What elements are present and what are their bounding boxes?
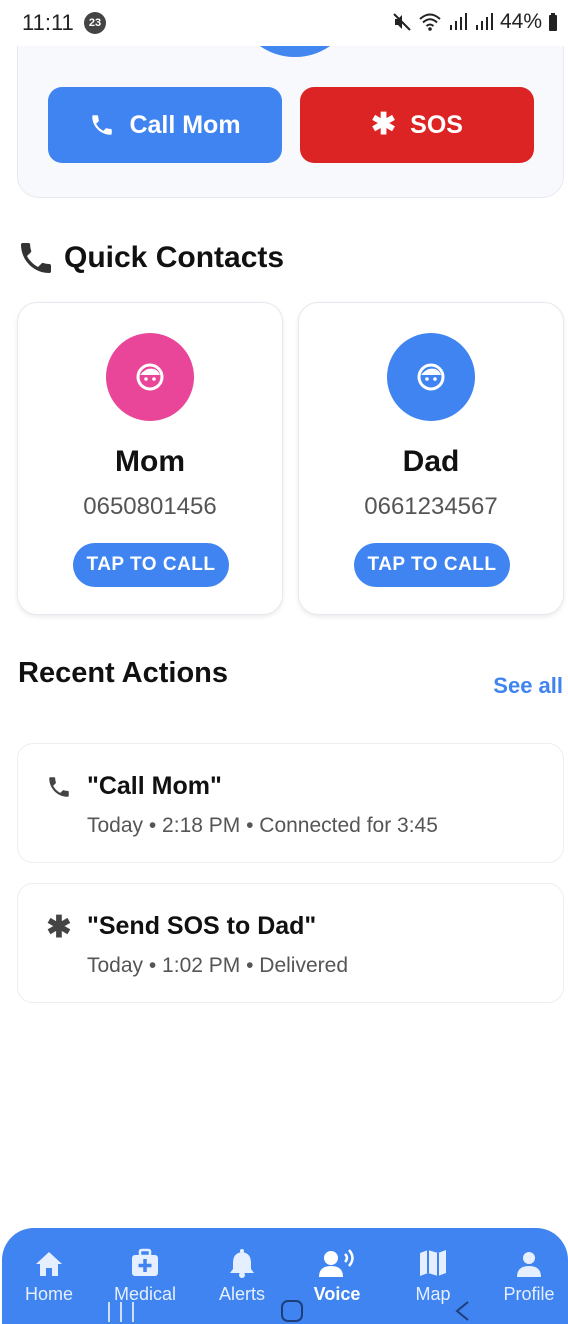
phone-receiver-icon bbox=[21, 243, 51, 273]
call-mom-button[interactable]: Call Mom bbox=[48, 87, 282, 163]
sos-button[interactable]: ✱ SOS bbox=[300, 87, 534, 163]
nav-label: Medical bbox=[113, 1284, 177, 1304]
recent-actions-title: Recent Actions bbox=[18, 657, 229, 689]
battery-level: 44% bbox=[499, 10, 542, 33]
map-icon bbox=[420, 1250, 446, 1276]
nav-item-profile[interactable]: Profile bbox=[484, 1246, 568, 1305]
status-icons: 44% bbox=[392, 10, 558, 34]
recent-action-text: "Call Mom" bbox=[87, 772, 222, 800]
signal-icon bbox=[449, 13, 467, 30]
face-icon bbox=[417, 363, 445, 391]
signal-icon bbox=[475, 13, 493, 30]
nav-label: Profile bbox=[503, 1284, 555, 1304]
recent-action-detail: Today • 1:02 PM • Delivered bbox=[87, 954, 348, 977]
wifi-icon bbox=[419, 13, 441, 31]
notification-count-badge: 23 bbox=[84, 12, 106, 34]
bottom-navigation: Home Medical Alerts Voice Map Profile bbox=[2, 1228, 568, 1324]
asterisk-icon: ✱ bbox=[46, 910, 72, 944]
sos-label: SOS bbox=[410, 110, 463, 139]
recent-action-item[interactable]: "Call Mom" Today • 2:18 PM • Connected f… bbox=[17, 743, 564, 863]
voice-command-card: Call Mom ✱ SOS bbox=[17, 20, 564, 198]
home-icon bbox=[36, 1252, 62, 1276]
nav-item-home[interactable]: Home bbox=[4, 1246, 94, 1305]
tap-to-call-button[interactable]: TAP TO CALL bbox=[73, 543, 229, 587]
nav-label: Alerts bbox=[218, 1284, 265, 1304]
recent-action-item[interactable]: ✱ "Send SOS to Dad" Today • 1:02 PM • De… bbox=[17, 883, 564, 1003]
contact-phone: 0650801456 bbox=[83, 493, 217, 520]
recent-action-detail: Today • 2:18 PM • Connected for 3:45 bbox=[87, 814, 438, 837]
nav-label: Voice bbox=[313, 1284, 361, 1304]
medical-kit-icon bbox=[132, 1248, 158, 1276]
face-icon bbox=[136, 363, 164, 391]
call-mom-label: Call Mom bbox=[129, 110, 241, 139]
person-icon bbox=[517, 1252, 541, 1277]
contact-name: Dad bbox=[402, 445, 460, 478]
contact-card-mom[interactable]: Mom 0650801456 TAP TO CALL bbox=[17, 302, 283, 615]
quick-contacts-heading: Quick Contacts bbox=[16, 238, 284, 278]
nav-item-medical[interactable]: Medical bbox=[100, 1246, 190, 1305]
bell-icon bbox=[230, 1249, 254, 1278]
nav-label: Map bbox=[415, 1284, 451, 1304]
tap-to-call-button[interactable]: TAP TO CALL bbox=[354, 543, 510, 587]
nav-item-map[interactable]: Map bbox=[388, 1246, 478, 1305]
recent-action-text: "Send SOS to Dad" bbox=[87, 912, 317, 940]
mute-icon bbox=[393, 13, 411, 31]
quick-contacts-title: Quick Contacts bbox=[64, 241, 285, 274]
status-time: 11:11 bbox=[22, 10, 74, 35]
status-bar: 11:11 23 44% bbox=[0, 0, 568, 46]
battery-icon bbox=[549, 13, 557, 31]
contact-phone: 0661234567 bbox=[364, 493, 498, 520]
avatar bbox=[106, 333, 194, 421]
avatar bbox=[387, 333, 475, 421]
contact-card-dad[interactable]: Dad 0661234567 TAP TO CALL bbox=[298, 302, 564, 615]
nav-item-voice[interactable]: Voice bbox=[292, 1246, 382, 1305]
asterisk-icon: ✱ bbox=[371, 108, 397, 141]
nav-label: Home bbox=[24, 1284, 73, 1304]
phone-icon bbox=[92, 115, 113, 135]
phone-icon bbox=[46, 774, 72, 800]
see-all-link[interactable]: See all bbox=[493, 673, 563, 699]
contact-name: Mom bbox=[115, 445, 185, 478]
voice-icon bbox=[319, 1249, 354, 1277]
nav-item-alerts[interactable]: Alerts bbox=[197, 1246, 287, 1305]
